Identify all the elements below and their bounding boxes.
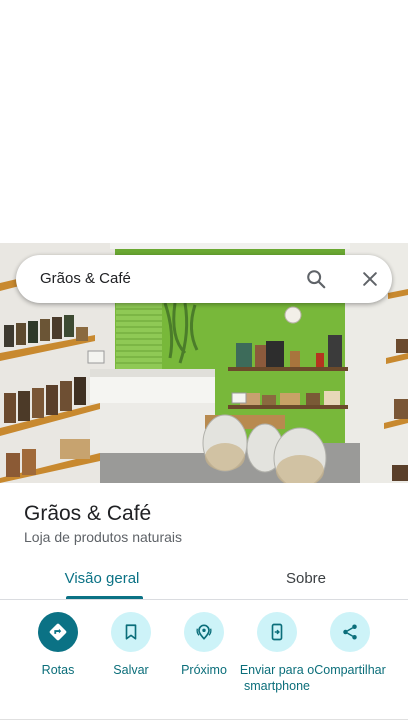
directions-icon — [38, 612, 78, 652]
send-to-phone-button[interactable]: Enviar para o smartphone — [237, 612, 317, 694]
action-row: Rotas Salvar Próximo Enviar para o smart… — [0, 612, 408, 712]
tab-about[interactable]: Sobre — [204, 556, 408, 600]
save-button[interactable]: Salvar — [91, 612, 171, 678]
share-icon — [330, 612, 370, 652]
search-icon[interactable] — [302, 265, 330, 293]
nearby-label: Próximo — [181, 663, 227, 677]
place-title: Grãos & Café — [24, 502, 152, 525]
search-bar[interactable]: Grãos & Café — [16, 255, 392, 303]
tab-overview[interactable]: Visão geral — [0, 556, 204, 600]
search-input[interactable]: Grãos & Café — [40, 269, 131, 289]
directions-label: Rotas — [41, 663, 75, 677]
divider — [0, 599, 408, 600]
send-to-phone-label: Enviar para o smartphone — [239, 663, 315, 693]
save-label: Salvar — [113, 663, 149, 677]
send-to-phone-icon — [257, 612, 297, 652]
close-icon[interactable] — [356, 265, 384, 293]
tab-bar: Visão geral Sobre — [0, 556, 408, 600]
nearby-button[interactable]: Próximo — [164, 612, 244, 678]
directions-button[interactable]: Rotas — [18, 612, 98, 678]
bookmark-icon — [111, 612, 151, 652]
divider — [0, 719, 408, 720]
nearby-icon — [184, 612, 224, 652]
share-label: Compartilhar — [314, 663, 386, 677]
place-category: Loja de produtos naturais — [24, 529, 182, 545]
share-button[interactable]: Compartilhar — [310, 612, 390, 678]
